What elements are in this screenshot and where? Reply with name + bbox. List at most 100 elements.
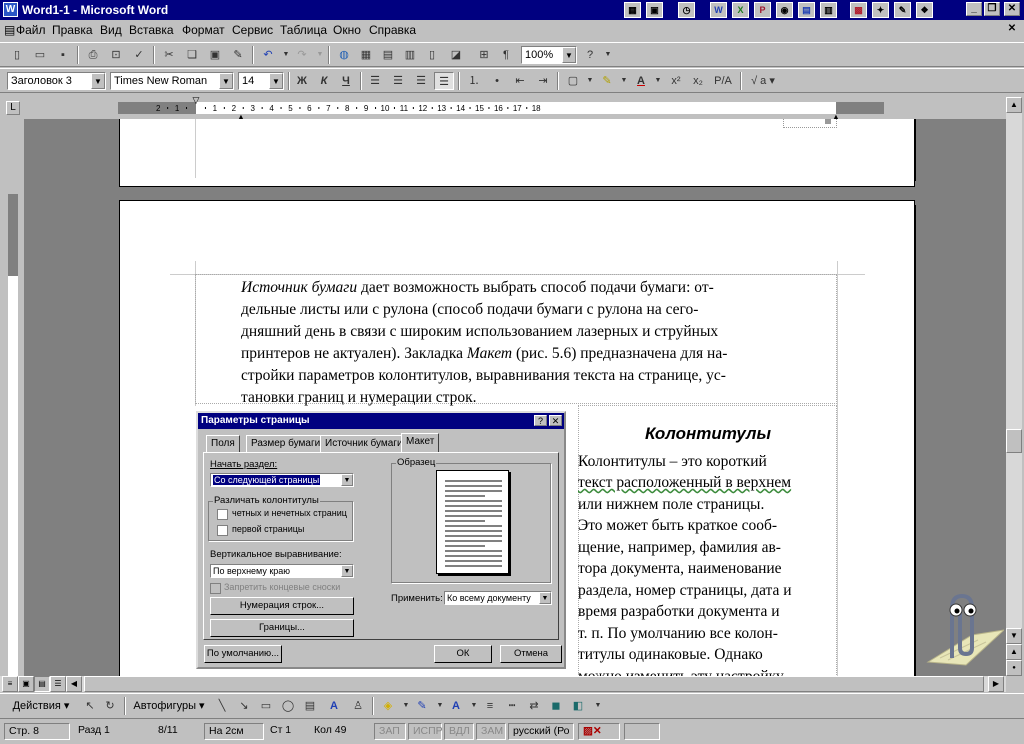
wordart-icon[interactable]: A — [324, 697, 344, 715]
more-buttons-icon[interactable]: ▼ — [598, 46, 618, 64]
scroll-thumb[interactable] — [1006, 429, 1022, 453]
web-view-icon[interactable]: ▣ — [18, 676, 34, 692]
restore-button[interactable]: ❐ — [984, 2, 1000, 16]
autoshapes-menu[interactable]: Автофигуры ▾ — [130, 697, 208, 715]
default-button[interactable]: По умолчанию... — [204, 645, 282, 663]
spelling-icon[interactable]: ✓ — [129, 46, 149, 64]
scroll-left-icon[interactable]: ◀ — [66, 676, 82, 692]
clipart-icon[interactable]: ♙ — [348, 697, 368, 715]
subscript-icon[interactable]: x₂ — [688, 72, 708, 90]
fill-color-icon[interactable]: ◈ — [378, 697, 398, 715]
clock-icon[interactable]: ◷ — [678, 2, 695, 18]
browse-object-icon[interactable]: ● — [1006, 660, 1022, 676]
page-view-icon[interactable]: ▤ — [34, 676, 50, 692]
align-left-icon[interactable]: ☰ — [365, 72, 385, 90]
copy-icon[interactable]: ❏ — [182, 46, 202, 64]
decrease-indent-icon[interactable]: ⇤ — [510, 72, 530, 90]
select-objects-icon[interactable]: ↖ — [80, 697, 100, 715]
underline-button[interactable]: Ч — [336, 72, 356, 90]
tab-layout[interactable]: Макет — [401, 433, 440, 453]
apply-select[interactable]: Ко всему документу ▼ — [444, 591, 552, 605]
oval-icon[interactable]: ◯ — [278, 697, 298, 715]
line-icon[interactable]: ╲ — [212, 697, 232, 715]
textbox-icon[interactable]: ▤ — [300, 697, 320, 715]
section-start-select[interactable]: Со следующей страницы ▼ — [210, 473, 354, 487]
pilcrow-icon[interactable]: ¶ — [496, 46, 516, 64]
superscript-icon[interactable]: x² — [666, 72, 686, 90]
outline-view-icon[interactable]: ☰ — [50, 676, 66, 692]
shadow-icon[interactable]: ◼ — [546, 697, 566, 715]
body-paragraph[interactable]: Источник бумаги дает возможность выбрать… — [241, 277, 837, 409]
menu-edit[interactable]: Правка — [52, 23, 93, 37]
brush-icon[interactable]: ✎ — [894, 2, 911, 18]
powerpoint-icon[interactable]: P — [754, 2, 771, 18]
first-page-checkbox[interactable] — [217, 525, 228, 536]
help-icon[interactable]: ? — [580, 46, 600, 64]
equation-icon[interactable]: √ a ▾ — [746, 72, 780, 90]
menu-doc-icon[interactable]: ▤ — [4, 23, 15, 37]
print-icon[interactable]: ⎙ — [83, 46, 103, 64]
status-overtype[interactable]: ЗАМ — [476, 723, 506, 740]
borders-button[interactable]: Границы... — [210, 619, 354, 637]
insert-table-icon[interactable]: ▤ — [378, 46, 398, 64]
odd-even-checkbox[interactable] — [217, 509, 228, 520]
increase-indent-icon[interactable]: ⇥ — [533, 72, 553, 90]
align-right-icon[interactable]: ☰ — [411, 72, 431, 90]
save-icon[interactable]: ▪ — [53, 46, 73, 64]
dash-style-icon[interactable]: ┅ — [502, 697, 522, 715]
font-select[interactable]: Times New Roman ▼ — [110, 72, 234, 90]
prev-page-icon[interactable]: ▲ — [1006, 644, 1022, 660]
numbering-icon[interactable]: ⒈ — [464, 72, 484, 90]
tab-paper-size[interactable]: Размер бумаги — [246, 435, 326, 453]
tables-borders-icon[interactable]: ▦ — [356, 46, 376, 64]
tab-paper-source[interactable]: Источник бумаги — [320, 435, 408, 453]
office-assistant-clippy[interactable] — [918, 590, 1006, 670]
drawing-icon[interactable]: ◪ — [446, 46, 466, 64]
menu-view[interactable]: Вид — [100, 23, 122, 37]
ok-button[interactable]: ОК — [434, 645, 492, 663]
word-icon[interactable]: W — [710, 2, 727, 18]
arrow-icon[interactable]: ↘ — [234, 697, 254, 715]
font-color-dropdown-icon[interactable]: ▼ — [648, 72, 668, 90]
line-numbers-button[interactable]: Нумерация строк... — [210, 597, 354, 615]
menu-tools[interactable]: Сервис — [232, 23, 273, 37]
close-icon[interactable]: ✕ — [549, 415, 562, 426]
word-app-icon[interactable]: W — [3, 2, 18, 17]
size-select[interactable]: 14 ▼ — [238, 72, 284, 90]
shortcut-icon[interactable]: ❖ — [916, 2, 933, 18]
tab-margins[interactable]: Поля — [206, 435, 240, 453]
status-language[interactable]: русский (Ро — [508, 723, 574, 740]
doc-close-button[interactable]: ✕ — [1004, 23, 1020, 37]
bold-button[interactable]: Ж — [292, 72, 312, 90]
zoom-select[interactable]: 100% ▼ — [521, 46, 577, 64]
more-buttons-icon[interactable]: ▼ — [588, 697, 608, 715]
save-icon[interactable]: ▤ — [798, 2, 815, 18]
book-icon[interactable]: ▥ — [820, 2, 837, 18]
bullets-icon[interactable]: • — [487, 72, 507, 90]
document-map-icon[interactable]: ⊞ — [474, 46, 494, 64]
status-rec[interactable]: ЗАП — [374, 723, 406, 740]
actions-menu[interactable]: Действия ▾ — [8, 697, 74, 715]
calendar-icon[interactable]: ▣ — [646, 2, 663, 18]
open-icon[interactable]: ▭ — [30, 46, 50, 64]
format-painter-icon[interactable]: ✎ — [228, 46, 248, 64]
status-track[interactable]: ИСПР — [408, 723, 443, 740]
spelling-status-icon[interactable]: ▨✕ — [578, 723, 620, 740]
horizontal-ruler[interactable]: L 2 1 1 2 3 4 5 6 7 8 9 10 11 12 13 14 15 16 17 18 ▽ ▲ ▲ — [0, 97, 1024, 119]
scroll-up-icon[interactable]: ▲ — [1006, 97, 1022, 113]
minimize-button[interactable]: _ — [966, 2, 982, 16]
new-icon[interactable]: ▯ — [7, 46, 27, 64]
scroll-right-icon[interactable]: ▶ — [988, 676, 1004, 692]
align-center-icon[interactable]: ☰ — [388, 72, 408, 90]
normal-view-icon[interactable]: ≡ — [2, 676, 18, 692]
suppress-endnotes-checkbox[interactable] — [210, 583, 221, 594]
menu-table[interactable]: Таблица — [280, 23, 327, 37]
language-button[interactable]: P/A — [710, 72, 736, 90]
cut-icon[interactable]: ✂ — [159, 46, 179, 64]
redo-dropdown-icon[interactable]: ▼ — [310, 46, 330, 64]
3d-icon[interactable]: ◧ — [568, 697, 588, 715]
vertical-scrollbar[interactable]: ▲ ▼ ▲ ● — [1006, 97, 1022, 676]
columns-icon[interactable]: ▯ — [422, 46, 442, 64]
find-icon[interactable]: ◉ — [776, 2, 793, 18]
menu-insert[interactable]: Вставка — [129, 23, 174, 37]
